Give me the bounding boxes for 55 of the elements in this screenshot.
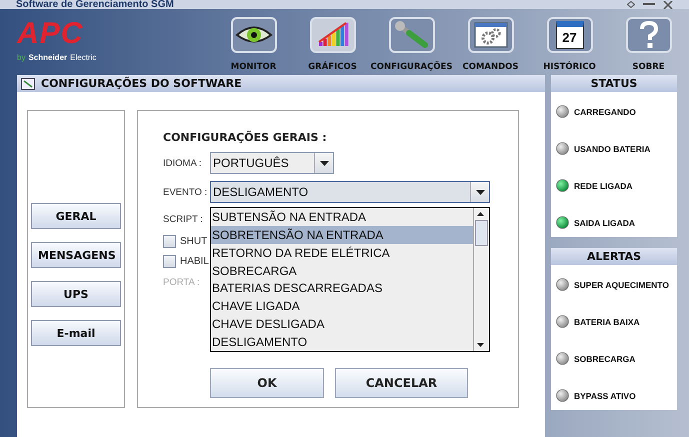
- field-label: IDIOMA :: [163, 158, 203, 168]
- indicator-label: USANDO BATERIA: [574, 144, 650, 154]
- nav-button[interactable]: E-mail: [31, 320, 121, 346]
- dropdown-option[interactable]: CHAVE DESLIGADA: [211, 315, 473, 334]
- dropdown-option[interactable]: CHAVE LIGADA: [211, 297, 473, 316]
- nav-button[interactable]: MENSAGENS: [31, 242, 121, 268]
- restore-icon[interactable]: [627, 1, 635, 8]
- caret-icon: [476, 190, 484, 194]
- toolbar-button[interactable]: SOBRE: [609, 17, 688, 75]
- calendar-icon: 27: [556, 21, 584, 49]
- event-dropdown[interactable]: DESLIGAMENTO: [210, 181, 490, 203]
- section-title: CONFIGURAÇÕES GERAIS :: [163, 131, 328, 146]
- close-icon[interactable]: [663, 0, 673, 8]
- brand-logo: APC: [17, 19, 84, 49]
- toolbar-button[interactable]: COMANDOS: [451, 17, 530, 75]
- toolbar-button[interactable]: MONITOR: [214, 17, 293, 75]
- indicator-label: SOBRECARGA: [574, 354, 636, 364]
- checkbox-label: HABIL: [180, 256, 209, 266]
- toolbar-button[interactable]: CONFIGURAÇÕES: [372, 17, 451, 75]
- dropdown-option[interactable]: BATERIAS DESCARREGADAS: [211, 280, 473, 298]
- help-icon: [638, 21, 658, 49]
- indicator-label: REDE LIGADA: [574, 180, 633, 190]
- dropdown-option[interactable]: SOBRECARGA: [211, 262, 473, 280]
- indicator-label: SUPER AQUECIMENTO: [574, 280, 669, 290]
- window-title: Software de Gerenciamento SGM: [15, 0, 174, 9]
- logo-tagline-suffix: Electric: [70, 53, 96, 62]
- dialog-button[interactable]: CANCELAR: [335, 368, 468, 398]
- dropdown-option[interactable]: RETORNO DA REDE ELÉTRICA: [211, 244, 473, 262]
- checkbox[interactable]: [163, 254, 176, 268]
- dropdown-option[interactable]: SOBRETENSÃO NA ENTRADA: [211, 226, 473, 244]
- language-dropdown[interactable]: PORTUGUÊS: [210, 152, 334, 174]
- scroll-thumb[interactable]: [475, 220, 488, 246]
- panel-title: ALERTAS: [551, 248, 677, 265]
- toolbar-button[interactable]: 27 HISTÓRICO: [530, 17, 609, 75]
- dropdown-option[interactable]: DESLIGAMENTO: [211, 333, 473, 351]
- logo-tagline-by: by: [17, 53, 26, 62]
- nav-button[interactable]: GERAL: [31, 203, 121, 229]
- dropdown-option[interactable]: SUBTENSÃO NA ENTRADA: [211, 208, 473, 226]
- checkbox[interactable]: [163, 234, 176, 248]
- indicator-label: SAIDA LIGADA: [574, 218, 636, 228]
- caret-icon: [320, 160, 328, 166]
- nav-button[interactable]: UPS: [31, 281, 121, 307]
- checkbox-label: SHUT: [180, 236, 208, 246]
- logo-tagline-company: Schneider: [28, 53, 68, 62]
- indicator-label: BATERIA BAIXA: [574, 316, 640, 326]
- panel-title: STATUS: [551, 75, 677, 92]
- indicator-label: BYPASS ATIVO: [574, 390, 636, 400]
- field-label: SCRIPT :: [163, 214, 203, 224]
- field-label: EVENTO :: [163, 186, 207, 198]
- panel-title: CONFIGURAÇÕES DO SOFTWARE: [41, 77, 242, 90]
- dialog-button[interactable]: OK: [210, 368, 324, 398]
- field-label: PORTA :: [163, 276, 200, 288]
- toolbar-button[interactable]: GRÁFICOS: [293, 17, 372, 75]
- indicator-label: CARREGANDO: [574, 106, 636, 116]
- gears-window-icon: [474, 22, 508, 48]
